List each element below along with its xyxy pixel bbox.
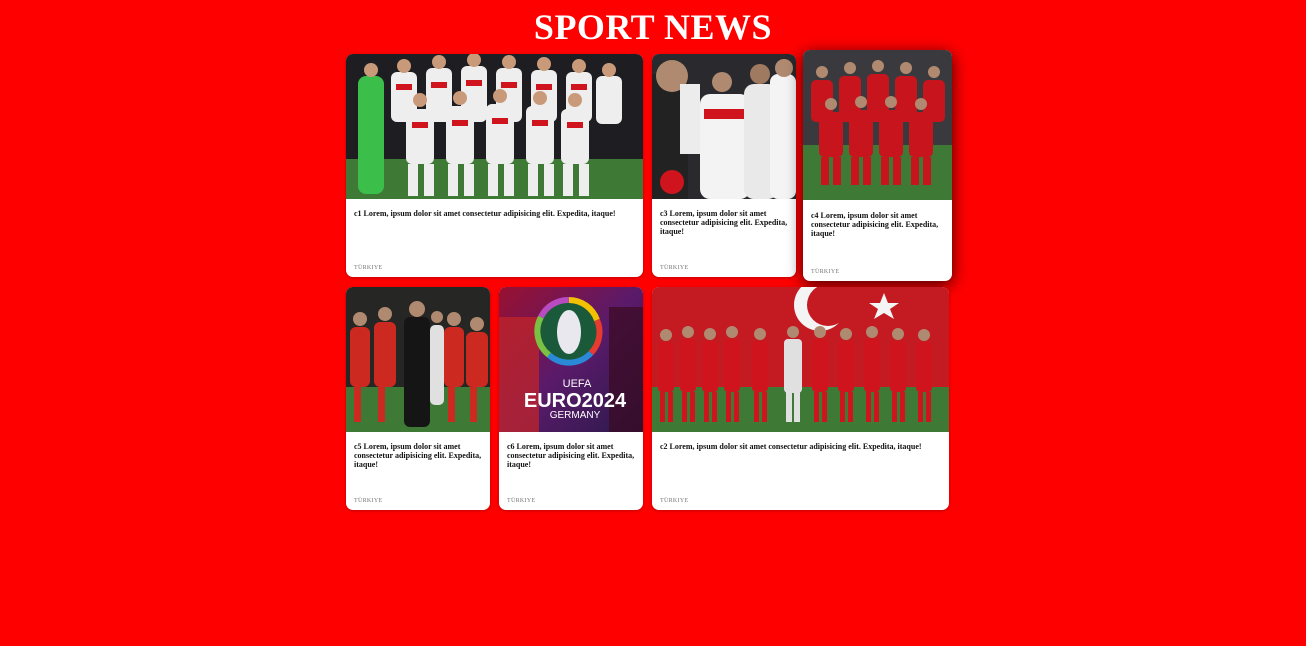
news-tag[interactable]: TÜRKIYE [507,498,535,504]
news-card-c1[interactable]: c1 Lorem, ipsum dolor sit amet consectet… [346,54,643,277]
euro2024-poster-image: UEFA EURO2024 GERMANY [499,287,643,432]
news-text: c4 Lorem, ipsum dolor sit amet consectet… [811,211,939,238]
news-tag[interactable]: TÜRKIYE [660,265,688,271]
news-tag[interactable]: TÜRKIYE [811,269,839,275]
news-text: c1 Lorem, ipsum dolor sit amet consectet… [354,209,616,218]
news-card-c4[interactable]: c4 Lorem, ipsum dolor sit amet consectet… [803,50,952,281]
poster-text-euro: EURO2024 [524,390,627,412]
team-celebration-image [652,54,796,199]
poster-text-uefa: UEFA [563,378,592,390]
news-text: c2 Lorem, ipsum dolor sit amet consectet… [660,442,922,451]
news-text: c6 Lorem, ipsum dolor sit amet consectet… [507,442,635,469]
news-tag[interactable]: TÜRKIYE [660,498,688,504]
fans-celebration-image [346,287,490,432]
poster-text-country: GERMANY [550,410,601,421]
news-tag[interactable]: TÜRKIYE [354,498,382,504]
news-text: c5 Lorem, ipsum dolor sit amet consectet… [354,442,482,469]
page-title: SPORT NEWS [533,7,773,47]
news-tag[interactable]: TÜRKIYE [354,265,382,271]
news-text: c3 Lorem, ipsum dolor sit amet consectet… [660,209,788,236]
news-card-c6[interactable]: UEFA EURO2024 GERMANY c6 Lorem, ipsum do… [499,287,643,510]
news-card-c5[interactable]: c5 Lorem, ipsum dolor sit amet consectet… [346,287,490,510]
news-card-c3[interactable]: c3 Lorem, ipsum dolor sit amet consectet… [652,54,796,277]
turkey-team-photo-image [346,54,643,199]
team-red-kit-image [803,50,952,200]
team-lineup-flag-image [652,287,949,432]
news-card-c2[interactable]: c2 Lorem, ipsum dolor sit amet consectet… [652,287,949,510]
